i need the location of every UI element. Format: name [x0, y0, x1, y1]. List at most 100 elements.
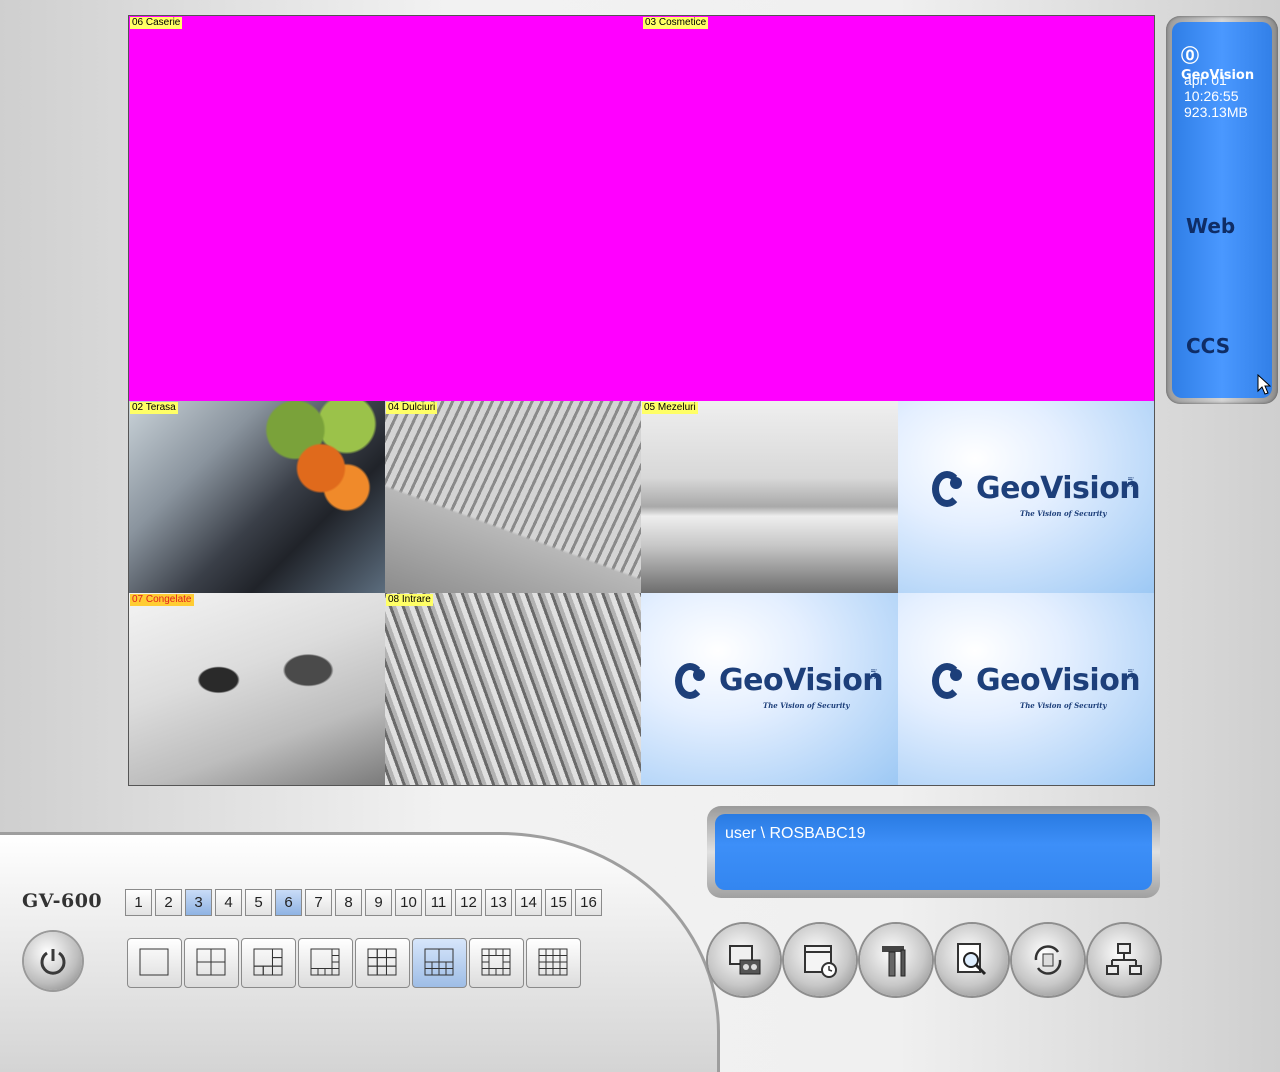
- camera-button-10[interactable]: 10: [395, 889, 422, 916]
- camera-feed-bw: [385, 593, 641, 785]
- logo-text: GeoVision: [719, 663, 884, 698]
- status-box: user \ ROSBABC19: [707, 806, 1160, 898]
- ccs-button[interactable]: CCS: [1186, 334, 1230, 358]
- camera-select-bar: 1 2 3 4 5 6 7 8 9 10 11 12 13 14 15 16: [125, 889, 605, 916]
- camera-label: 06 Caserie: [130, 17, 183, 29]
- geovision-dot-icon: [950, 477, 962, 489]
- camera-cell-6[interactable]: GeoVision inc The Vision of Security: [898, 401, 1154, 593]
- camera-grid: 06 Caserie 03 Cosmetice 02 Terasa 04 Dul…: [128, 15, 1155, 786]
- rotation-button[interactable]: [1012, 924, 1084, 996]
- camera-button-3[interactable]: 3: [185, 889, 212, 916]
- geovision-dot-icon: [693, 669, 705, 681]
- search-log-icon: [957, 943, 987, 976]
- layout-16-screen-icon: [538, 948, 568, 976]
- logo-tagline: The Vision of Security: [1020, 509, 1107, 518]
- web-button[interactable]: Web: [1186, 214, 1235, 238]
- logo-text: GeoVision: [976, 471, 1141, 506]
- configure-icon: [882, 946, 906, 977]
- no-camera-logo-tile: GeoVision inc The Vision of Security: [641, 593, 898, 785]
- camera-button-16[interactable]: 16: [575, 889, 602, 916]
- camera-button-6[interactable]: 6: [275, 889, 302, 916]
- camera-feed-bw: [385, 401, 641, 593]
- user-status-text: user \ ROSBABC19: [725, 825, 866, 842]
- geovision-dot-icon: [950, 669, 962, 681]
- layout-9-screen-icon: [367, 948, 397, 976]
- layout-button-6-screen[interactable]: [241, 938, 296, 988]
- layout-button-4-screen[interactable]: [184, 938, 239, 988]
- camera-feed-no-signal: [129, 16, 642, 401]
- configure-button[interactable]: [860, 924, 932, 996]
- schedule-icon: [804, 945, 837, 978]
- schedule-button[interactable]: [784, 924, 856, 996]
- rotation-icon: [1034, 945, 1062, 975]
- no-camera-logo-tile: GeoVision inc The Vision of Security: [898, 593, 1154, 785]
- info-panel-screen: 🄋 GeoVision apr. 01 10:26:55 923.13MB We…: [1172, 22, 1272, 398]
- disk-space-text: 923.13MB: [1184, 104, 1248, 120]
- camera-cell-4[interactable]: 04 Dulciuri: [385, 401, 641, 593]
- camera-cell-9[interactable]: GeoVision inc The Vision of Security: [641, 593, 898, 785]
- power-icon: [40, 949, 66, 975]
- camera-button-1[interactable]: 1: [125, 889, 152, 916]
- camera-feed-no-signal: [642, 16, 1154, 401]
- camera-button-15[interactable]: 15: [545, 889, 572, 916]
- camera-button-13[interactable]: 13: [485, 889, 512, 916]
- camera-cell-5[interactable]: 05 Mezeluri: [641, 401, 898, 593]
- camera-button-12[interactable]: 12: [455, 889, 482, 916]
- no-camera-logo-tile: GeoVision inc The Vision of Security: [898, 401, 1154, 593]
- camera-cell-1[interactable]: 06 Caserie: [129, 16, 642, 401]
- logo-text: GeoVision: [976, 663, 1141, 698]
- camera-cell-10[interactable]: GeoVision inc The Vision of Security: [898, 593, 1154, 785]
- geovision-logo: GeoVision inc The Vision of Security: [932, 661, 1141, 721]
- layout-button-10-screen[interactable]: [412, 938, 467, 988]
- layout-4-screen-icon: [196, 948, 226, 976]
- layout-1-screen-icon: [139, 948, 169, 976]
- camera-cell-3[interactable]: 02 Terasa: [129, 401, 385, 593]
- layout-13-screen-icon: [481, 948, 511, 976]
- camera-button-11[interactable]: 11: [425, 889, 452, 916]
- camera-button-9[interactable]: 9: [365, 889, 392, 916]
- info-panel: 🄋 GeoVision apr. 01 10:26:55 923.13MB We…: [1166, 16, 1278, 404]
- network-icon: [1106, 943, 1142, 975]
- time-text: 10:26:55: [1184, 88, 1239, 104]
- geovision-logo: GeoVision inc The Vision of Security: [675, 661, 884, 721]
- logo-inc: inc: [869, 669, 878, 680]
- camera-button-8[interactable]: 8: [335, 889, 362, 916]
- logo-tagline: The Vision of Security: [1020, 701, 1107, 710]
- logo-inc: inc: [1126, 669, 1135, 680]
- camera-feed-color: [129, 401, 385, 593]
- layout-10-screen-icon: [424, 948, 454, 976]
- layout-button-13-screen[interactable]: [469, 938, 524, 988]
- status-screen: user \ ROSBABC19: [715, 814, 1152, 890]
- camera-cell-8[interactable]: 08 Intrare: [385, 593, 641, 785]
- camera-label: 02 Terasa: [130, 402, 178, 414]
- camera-label: 08 Intrare: [386, 594, 433, 606]
- camera-feed-bw: [641, 401, 898, 593]
- camera-feed-bw: [129, 593, 385, 785]
- camera-label: 05 Mezeluri: [642, 402, 698, 414]
- camera-button-4[interactable]: 4: [215, 889, 242, 916]
- brand-c-icon: 🄋: [1181, 46, 1199, 67]
- model-label: GV-600: [22, 890, 103, 912]
- layout-button-9-screen[interactable]: [355, 938, 410, 988]
- geovision-logo: GeoVision inc The Vision of Security: [932, 469, 1141, 529]
- date-text: apr. 01: [1184, 72, 1227, 88]
- camera-cell-2[interactable]: 03 Cosmetice: [642, 16, 1154, 401]
- view-log-button[interactable]: [936, 924, 1008, 996]
- camera-label: 03 Cosmetice: [643, 17, 709, 29]
- camera-button-2[interactable]: 2: [155, 889, 182, 916]
- layout-button-16-screen[interactable]: [526, 938, 581, 988]
- logo-tagline: The Vision of Security: [763, 701, 850, 710]
- mouse-cursor-icon: [1257, 374, 1271, 395]
- network-button[interactable]: [1088, 924, 1160, 996]
- camera-button-5[interactable]: 5: [245, 889, 272, 916]
- layout-button-8-screen[interactable]: [298, 938, 353, 988]
- power-button[interactable]: [24, 932, 82, 990]
- layout-button-1-screen[interactable]: [127, 938, 182, 988]
- video-record-button[interactable]: [708, 924, 780, 996]
- camera-label-alert: 07 Congelate: [130, 594, 194, 606]
- camera-button-7[interactable]: 7: [305, 889, 332, 916]
- camera-button-14[interactable]: 14: [515, 889, 542, 916]
- camera-label: 04 Dulciuri: [386, 402, 438, 414]
- camera-cell-7[interactable]: 07 Congelate: [129, 593, 385, 785]
- logo-inc: inc: [1126, 477, 1135, 488]
